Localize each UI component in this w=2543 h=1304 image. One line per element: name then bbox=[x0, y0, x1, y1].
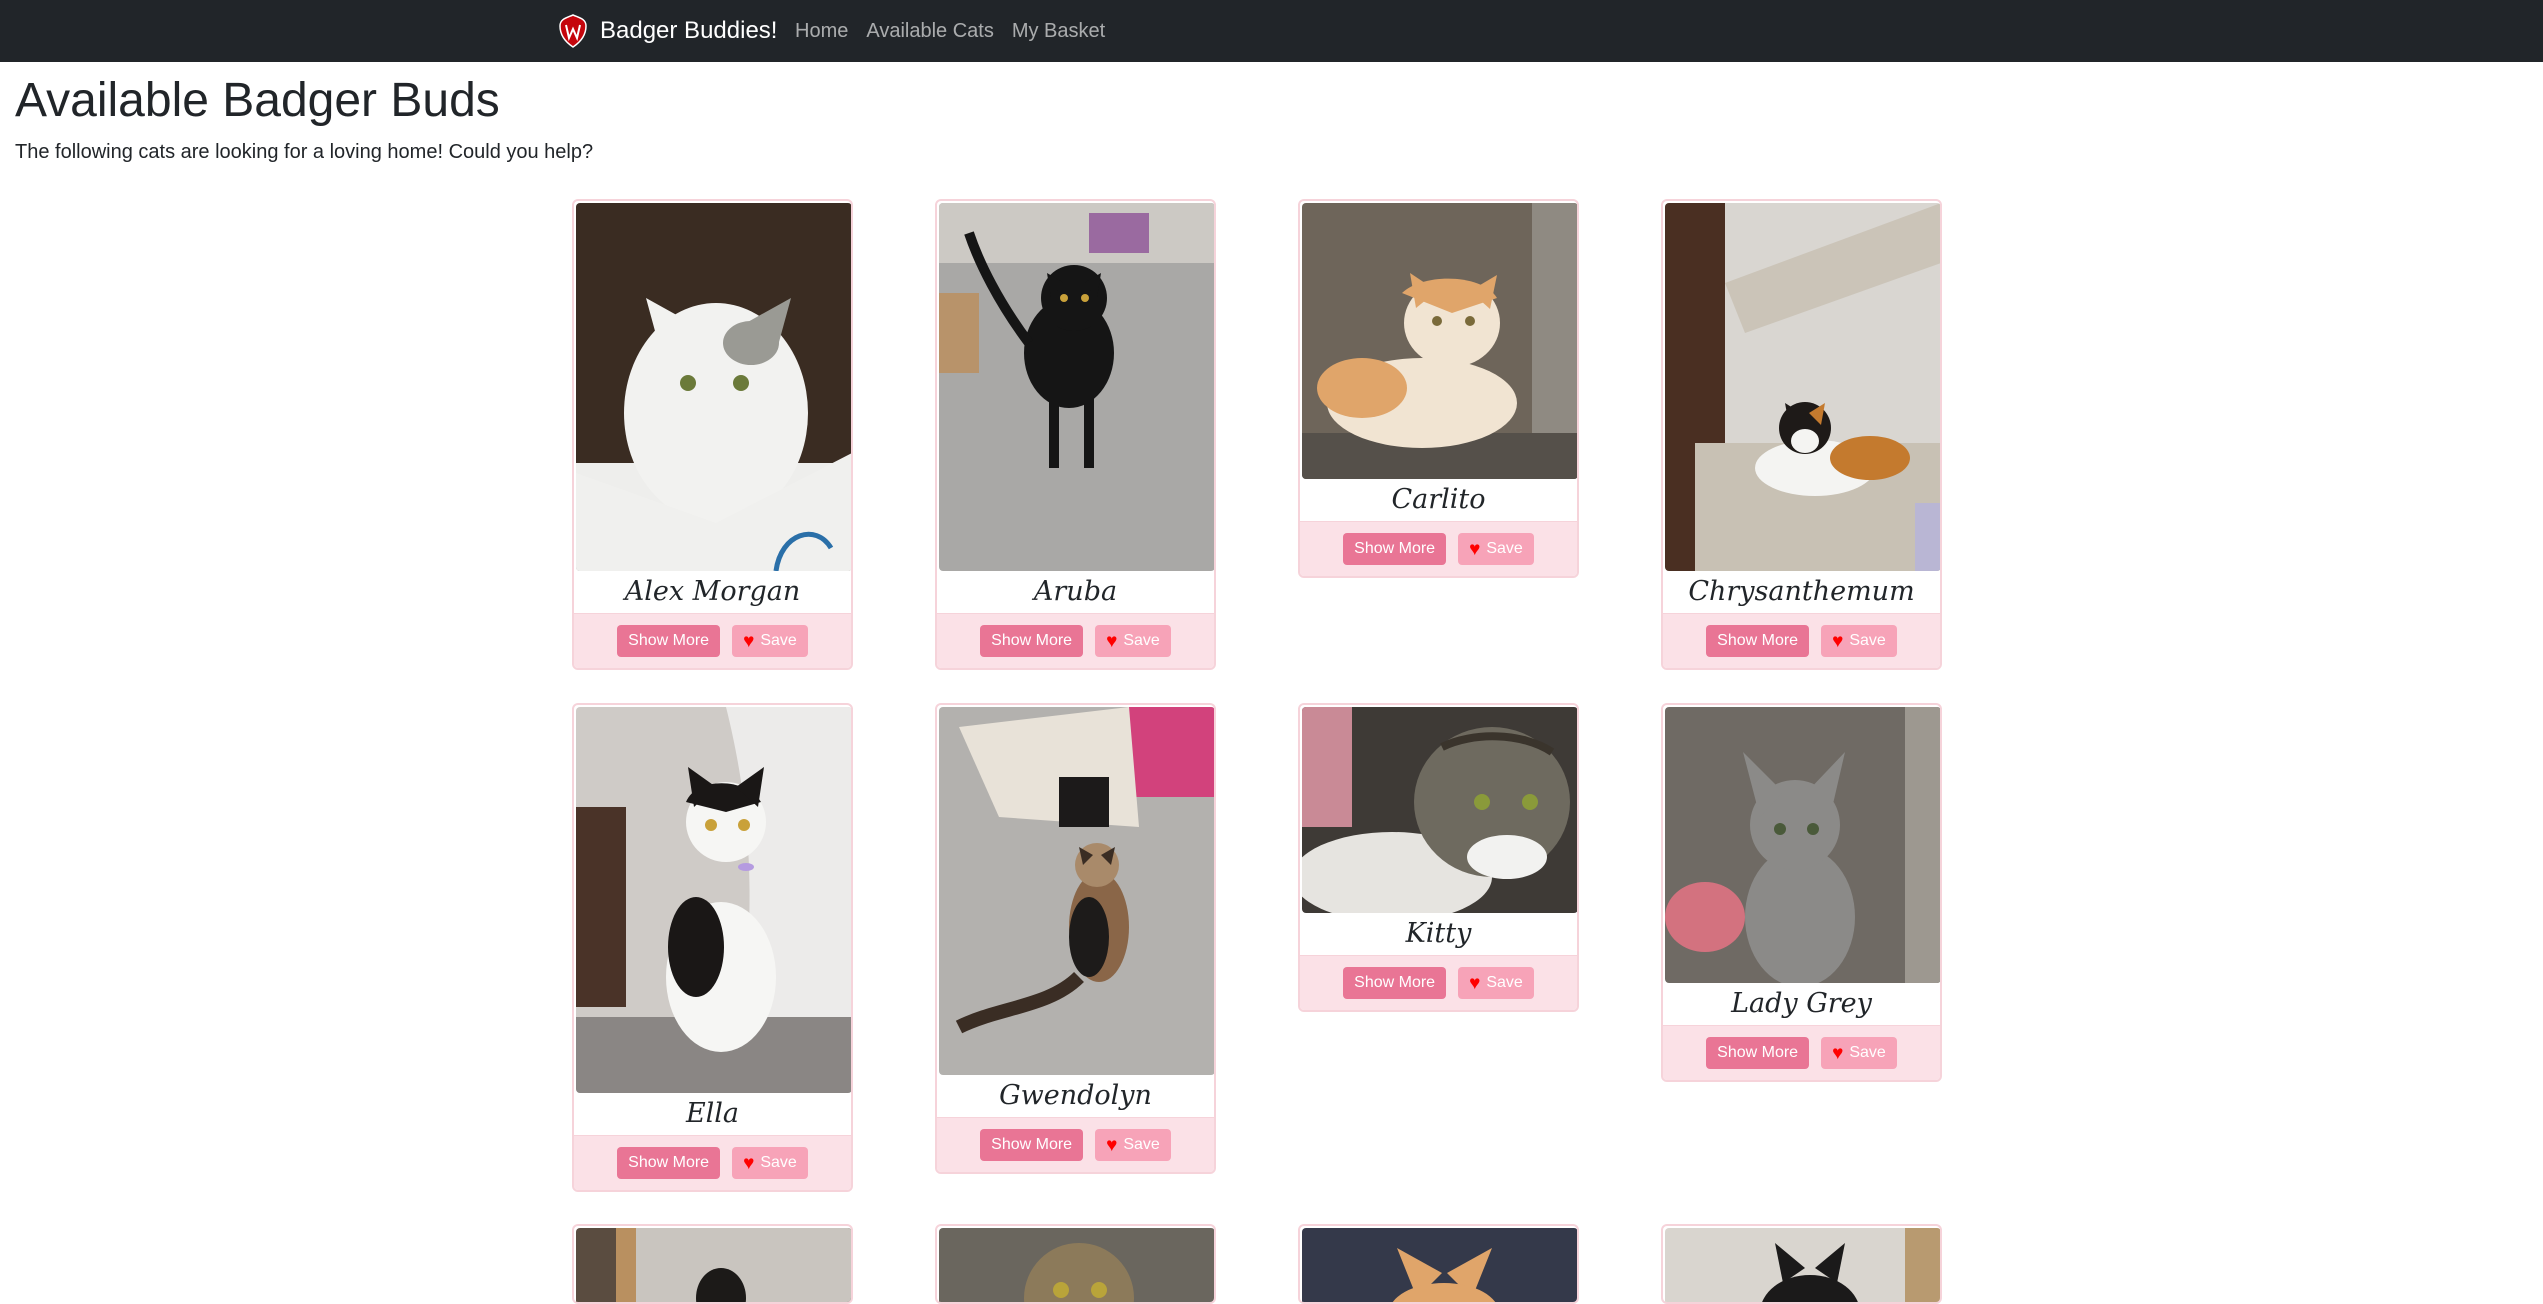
cat-name: Alex Morgan bbox=[624, 576, 801, 607]
cat-card: Ella Show More ♥ Save bbox=[572, 703, 853, 1192]
cat-photo[interactable] bbox=[1302, 203, 1578, 479]
heart-icon: ♥ bbox=[1832, 630, 1844, 652]
save-button[interactable]: ♥ Save bbox=[1458, 533, 1534, 565]
nav-links: Home Available Cats My Basket bbox=[795, 0, 1105, 62]
cat-photo[interactable] bbox=[1302, 707, 1578, 913]
save-button[interactable]: ♥ Save bbox=[1095, 625, 1171, 657]
nav-link-home[interactable]: Home bbox=[795, 20, 848, 43]
nav-link-available-cats[interactable]: Available Cats bbox=[866, 20, 993, 43]
save-label: Save bbox=[1849, 632, 1886, 649]
card-footer: Show More ♥ Save bbox=[937, 1117, 1214, 1172]
show-more-label: Show More bbox=[991, 1136, 1073, 1153]
save-button[interactable]: ♥ Save bbox=[732, 1147, 808, 1179]
show-more-button[interactable]: Show More bbox=[980, 625, 1084, 657]
card-footer: Show More ♥ Save bbox=[1300, 955, 1577, 1010]
page-subtitle: The following cats are looking for a lov… bbox=[15, 141, 594, 163]
cat-photo[interactable] bbox=[939, 1228, 1215, 1304]
cat-card bbox=[935, 1224, 1216, 1304]
cat-photo[interactable] bbox=[576, 203, 852, 571]
cat-photo[interactable] bbox=[576, 1228, 852, 1304]
show-more-label: Show More bbox=[1717, 1044, 1799, 1061]
cat-card: Kitty Show More ♥ Save bbox=[1298, 703, 1579, 1012]
save-label: Save bbox=[760, 1154, 797, 1171]
cat-card: Lady Grey Show More ♥ Save bbox=[1661, 703, 1942, 1082]
show-more-button[interactable]: Show More bbox=[1706, 1037, 1810, 1069]
show-more-label: Show More bbox=[628, 632, 710, 649]
cat-photo[interactable] bbox=[1665, 1228, 1941, 1304]
card-footer: Show More ♥ Save bbox=[1300, 521, 1577, 576]
show-more-button[interactable]: Show More bbox=[617, 625, 721, 657]
heart-icon: ♥ bbox=[1832, 1042, 1844, 1064]
cat-name: Kitty bbox=[1405, 918, 1472, 949]
save-label: Save bbox=[1123, 1136, 1160, 1153]
show-more-button[interactable]: Show More bbox=[980, 1129, 1084, 1161]
cat-photo[interactable] bbox=[1665, 707, 1941, 983]
heart-icon: ♥ bbox=[1106, 1134, 1118, 1156]
cat-photo[interactable] bbox=[939, 203, 1215, 571]
cat-photo[interactable] bbox=[939, 707, 1215, 1075]
save-button[interactable]: ♥ Save bbox=[1821, 1037, 1897, 1069]
cat-card bbox=[1298, 1224, 1579, 1304]
save-label: Save bbox=[1123, 632, 1160, 649]
show-more-button[interactable]: Show More bbox=[1706, 625, 1810, 657]
cat-card: Chrysanthemum Show More ♥ Save bbox=[1661, 199, 1942, 670]
navbar: Badger Buddies! Home Available Cats My B… bbox=[0, 0, 2543, 62]
show-more-label: Show More bbox=[1354, 974, 1436, 991]
nav-link-my-basket[interactable]: My Basket bbox=[1012, 20, 1105, 43]
page-title: Available Badger Buds bbox=[15, 74, 500, 127]
cat-photo[interactable] bbox=[1302, 1228, 1578, 1304]
card-footer: Show More ♥ Save bbox=[937, 613, 1214, 668]
heart-icon: ♥ bbox=[1469, 538, 1481, 560]
show-more-button[interactable]: Show More bbox=[1343, 967, 1447, 999]
save-label: Save bbox=[1486, 540, 1523, 557]
save-button[interactable]: ♥ Save bbox=[1821, 625, 1897, 657]
cat-card bbox=[572, 1224, 853, 1304]
card-footer: Show More ♥ Save bbox=[574, 613, 851, 668]
save-button[interactable]: ♥ Save bbox=[1095, 1129, 1171, 1161]
cat-card: Gwendolyn Show More ♥ Save bbox=[935, 703, 1216, 1174]
cat-card: Carlito Show More ♥ Save bbox=[1298, 199, 1579, 578]
show-more-label: Show More bbox=[1717, 632, 1799, 649]
cat-name: Lady Grey bbox=[1731, 988, 1872, 1019]
cat-name: Ella bbox=[685, 1098, 740, 1129]
cat-photo[interactable] bbox=[576, 707, 852, 1093]
cat-card: Aruba Show More ♥ Save bbox=[935, 199, 1216, 670]
card-footer: Show More ♥ Save bbox=[1663, 613, 1940, 668]
card-footer: Show More ♥ Save bbox=[574, 1135, 851, 1190]
cat-photo[interactable] bbox=[1665, 203, 1941, 571]
cat-name: Chrysanthemum bbox=[1688, 576, 1915, 607]
brand-name: Badger Buddies! bbox=[600, 17, 778, 44]
heart-icon: ♥ bbox=[1469, 972, 1481, 994]
save-label: Save bbox=[760, 632, 797, 649]
show-more-label: Show More bbox=[628, 1154, 710, 1171]
cat-name: Gwendolyn bbox=[999, 1080, 1152, 1111]
show-more-button[interactable]: Show More bbox=[617, 1147, 721, 1179]
save-label: Save bbox=[1849, 1044, 1886, 1061]
heart-icon: ♥ bbox=[1106, 630, 1118, 652]
show-more-label: Show More bbox=[1354, 540, 1436, 557]
cat-card: Alex Morgan Show More ♥ Save bbox=[572, 199, 853, 670]
cat-name: Aruba bbox=[1033, 576, 1118, 607]
brand-link[interactable]: Badger Buddies! bbox=[558, 0, 777, 62]
cat-card bbox=[1661, 1224, 1942, 1304]
badger-crest-logo bbox=[559, 14, 587, 48]
save-label: Save bbox=[1486, 974, 1523, 991]
save-button[interactable]: ♥ Save bbox=[732, 625, 808, 657]
show-more-button[interactable]: Show More bbox=[1343, 533, 1447, 565]
heart-icon: ♥ bbox=[743, 630, 755, 652]
show-more-label: Show More bbox=[991, 632, 1073, 649]
card-footer: Show More ♥ Save bbox=[1663, 1025, 1940, 1080]
save-button[interactable]: ♥ Save bbox=[1458, 967, 1534, 999]
cat-name: Carlito bbox=[1391, 484, 1486, 515]
heart-icon: ♥ bbox=[743, 1152, 755, 1174]
